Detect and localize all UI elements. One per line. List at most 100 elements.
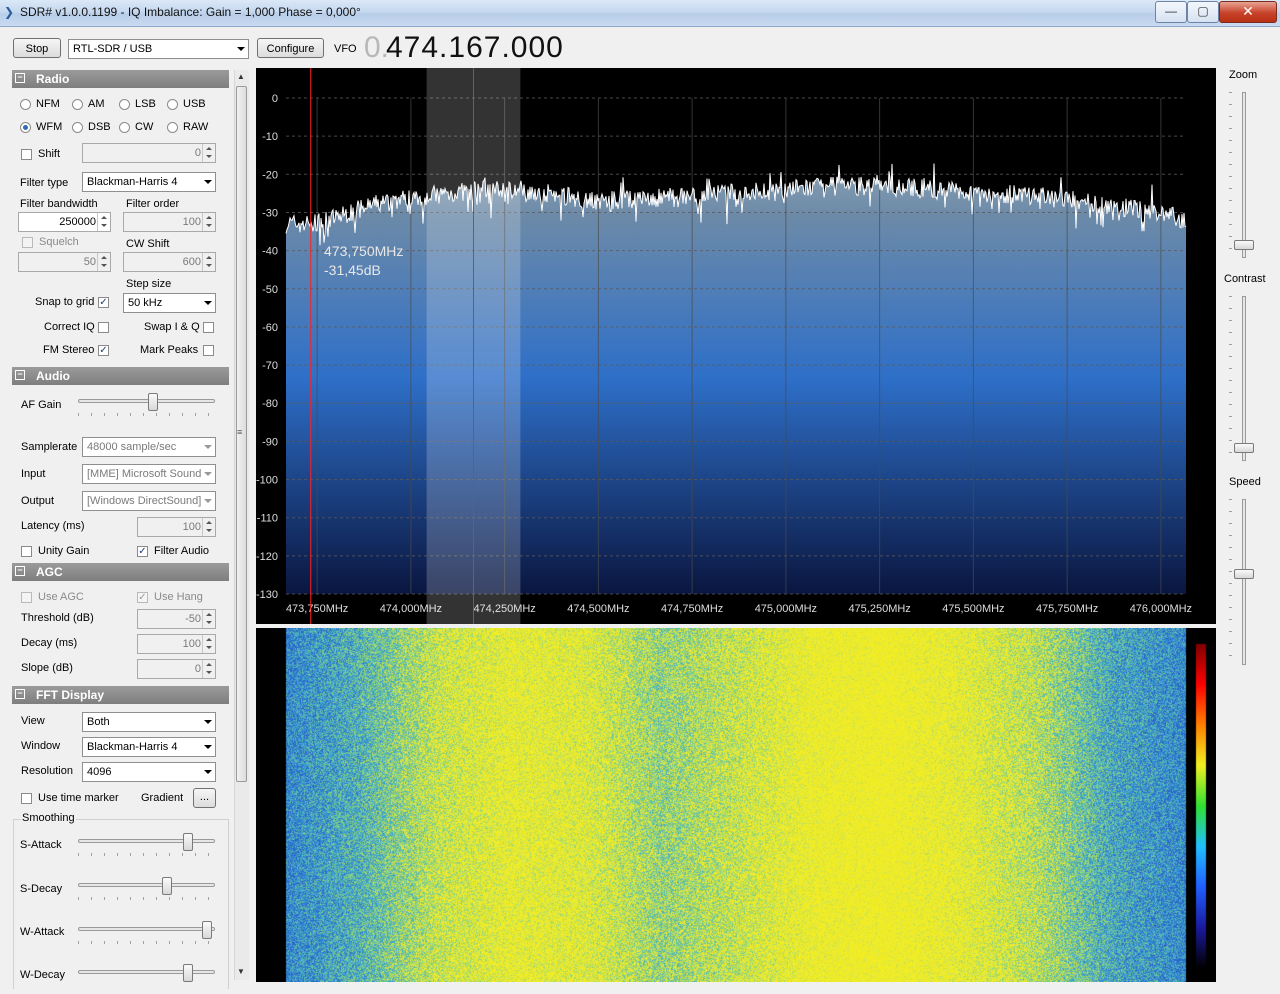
w-attack-track[interactable]: [78, 927, 215, 931]
spinner-icon[interactable]: [202, 635, 215, 653]
radio-section-header[interactable]: − Radio: [12, 70, 229, 88]
spinner-icon[interactable]: [97, 253, 110, 271]
slope-input[interactable]: 0: [137, 659, 216, 679]
filter-audio-checkbox[interactable]: ✓: [137, 546, 148, 557]
af-gain-track[interactable]: [78, 399, 215, 403]
spinner-icon[interactable]: [97, 213, 110, 231]
w-attack-slider[interactable]: [202, 921, 213, 939]
mode-radio-cw[interactable]: [119, 122, 130, 133]
threshold-input[interactable]: -50: [137, 609, 216, 629]
gradient-button[interactable]: ...: [193, 788, 216, 808]
mode-radio-lsb[interactable]: [119, 99, 130, 110]
maximize-button[interactable]: ▢: [1187, 1, 1219, 23]
af-gain-label: AF Gain: [21, 399, 62, 411]
filter-order-input[interactable]: 100: [123, 212, 216, 232]
swap-iq-checkbox[interactable]: [203, 322, 214, 333]
configure-button[interactable]: Configure: [257, 38, 324, 58]
view-select[interactable]: Both: [82, 712, 216, 732]
contrast-ticks: [1229, 296, 1232, 461]
close-button[interactable]: ✕: [1219, 1, 1277, 23]
scroll-down-icon[interactable]: ▼: [237, 967, 245, 976]
scroll-up-icon[interactable]: ▲: [237, 72, 245, 81]
latency-input[interactable]: 100: [137, 517, 216, 537]
squelch-checkbox[interactable]: [22, 237, 33, 248]
stop-button[interactable]: Stop: [13, 38, 61, 58]
collapse-icon[interactable]: −: [15, 370, 25, 380]
spinner-icon[interactable]: [202, 144, 215, 162]
mark-peaks-checkbox[interactable]: [203, 345, 214, 356]
mode-radio-wfm[interactable]: [20, 122, 31, 133]
y-tick-label: 0: [272, 93, 278, 105]
vfo-frequency-display[interactable]: 474.167.000: [386, 31, 564, 65]
slope-label: Slope (dB): [21, 662, 73, 674]
agc-section-header[interactable]: − AGC: [12, 563, 229, 581]
spinner-icon[interactable]: [202, 660, 215, 678]
spinner-icon[interactable]: [202, 518, 215, 536]
audio-section-header[interactable]: − Audio: [12, 367, 229, 385]
chevron-down-icon: [237, 47, 245, 51]
filter-type-select[interactable]: Blackman-Harris 4: [82, 172, 216, 192]
cw-shift-input[interactable]: 600: [123, 252, 216, 272]
samplerate-select[interactable]: 48000 sample/sec: [82, 437, 216, 457]
mode-radio-dsb[interactable]: [72, 122, 83, 133]
spinner-icon[interactable]: [202, 610, 215, 628]
mark-peaks-label: Mark Peaks: [140, 344, 199, 356]
time-marker-checkbox[interactable]: [21, 793, 32, 804]
collapse-icon[interactable]: −: [15, 566, 25, 576]
zoom-slider[interactable]: [1234, 240, 1254, 251]
contrast-slider[interactable]: [1234, 443, 1254, 454]
s-decay-track[interactable]: [78, 883, 215, 887]
speed-slider[interactable]: [1234, 569, 1254, 580]
view-label: View: [21, 715, 45, 727]
speed-label: Speed: [1229, 476, 1261, 488]
unity-gain-checkbox[interactable]: [21, 546, 32, 557]
filter-bandwidth-input[interactable]: 250000: [18, 212, 111, 232]
window-select[interactable]: Blackman-Harris 4: [82, 737, 216, 757]
w-decay-track[interactable]: [78, 970, 215, 974]
zoom-track[interactable]: [1242, 92, 1246, 258]
spectrum-chart[interactable]: 0 -10 -20 -30 -40 -50 -60 -70 -80 -90 -100 -110 -120…: [256, 68, 1216, 624]
threshold-value: -50: [185, 613, 201, 625]
snap-to-grid-checkbox[interactable]: ✓: [98, 297, 109, 308]
mode-radio-usb[interactable]: [167, 99, 178, 110]
unity-gain-label: Unity Gain: [38, 545, 90, 557]
spinner-icon[interactable]: [202, 253, 215, 271]
speed-track[interactable]: [1242, 499, 1246, 665]
output-device-select[interactable]: [Windows DirectSound]: [82, 491, 216, 511]
waterfall-display[interactable]: [256, 628, 1216, 982]
mode-radio-raw[interactable]: [167, 122, 178, 133]
mode-radio-am[interactable]: [72, 99, 83, 110]
step-size-select[interactable]: 50 kHz: [123, 293, 216, 313]
collapse-icon[interactable]: −: [15, 73, 25, 83]
minimize-button[interactable]: —: [1155, 1, 1187, 23]
collapse-icon[interactable]: −: [15, 689, 25, 699]
input-device-select[interactable]: [MME] Microsoft Sound: [82, 464, 216, 484]
waterfall-canvas[interactable]: [256, 628, 1216, 982]
contrast-track[interactable]: [1242, 296, 1246, 461]
squelch-input[interactable]: 50: [18, 252, 111, 272]
fft-display-section-title: FFT Display: [36, 688, 105, 702]
use-agc-checkbox[interactable]: [21, 592, 32, 603]
spinner-icon[interactable]: [202, 213, 215, 231]
shift-input[interactable]: 0: [82, 143, 216, 163]
spectrum-analyzer[interactable]: 0 -10 -20 -30 -40 -50 -60 -70 -80 -90 -100 -110 -120…: [256, 68, 1216, 624]
resolution-select[interactable]: 4096: [82, 762, 216, 782]
fft-display-section-header[interactable]: − FFT Display: [12, 686, 229, 704]
decay-input[interactable]: 100: [137, 634, 216, 654]
chevron-down-icon: [204, 445, 212, 449]
use-hang-checkbox[interactable]: ✓: [137, 592, 148, 603]
correct-iq-checkbox[interactable]: [98, 322, 109, 333]
fm-stereo-checkbox[interactable]: ✓: [98, 345, 109, 356]
w-decay-slider[interactable]: [183, 964, 194, 982]
mode-label-am: AM: [88, 98, 105, 110]
s-decay-slider[interactable]: [161, 877, 172, 895]
title-bar[interactable]: ❯ SDR# v1.0.0.1199 - IQ Imbalance: Gain …: [0, 0, 1280, 27]
mode-radio-nfm[interactable]: [20, 99, 31, 110]
s-attack-slider[interactable]: [183, 833, 194, 851]
af-gain-slider[interactable]: [147, 393, 158, 411]
samplerate-label: Samplerate: [21, 441, 78, 453]
shift-checkbox[interactable]: [21, 149, 32, 160]
spectrum-fill: [286, 163, 1186, 594]
source-select[interactable]: RTL-SDR / USB: [68, 39, 249, 59]
s-attack-track[interactable]: [78, 839, 215, 843]
